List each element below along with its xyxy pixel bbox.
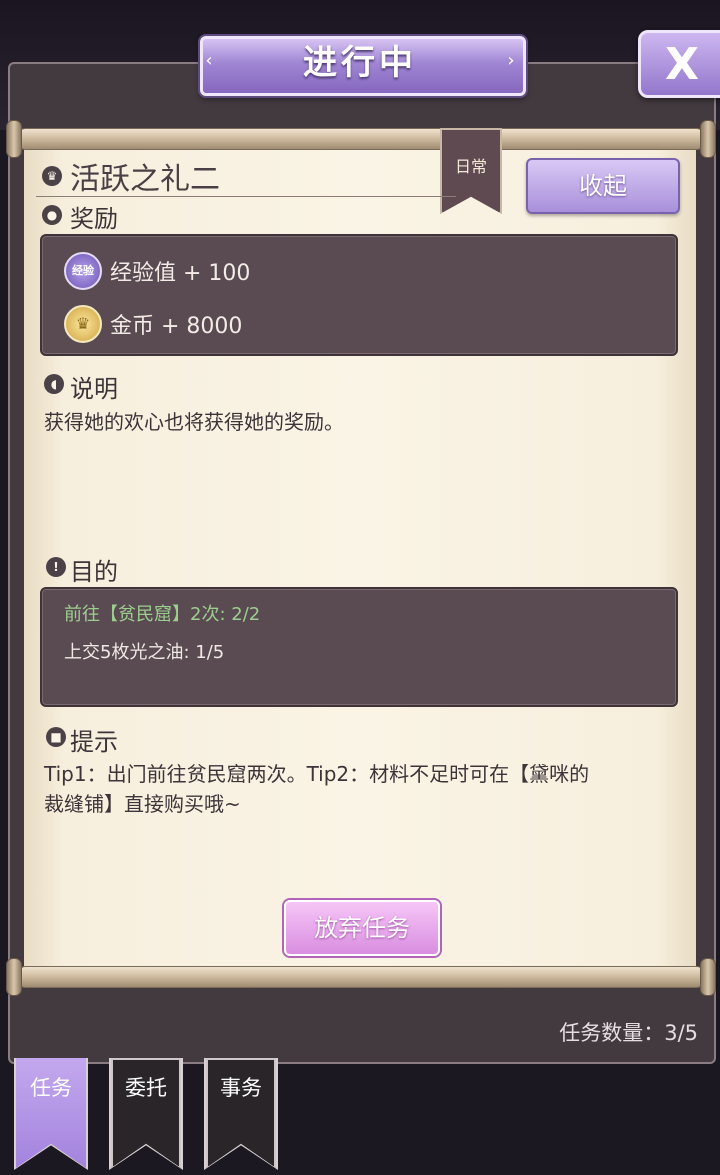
description-label: 说明 — [70, 375, 118, 403]
reward-bullet-icon: ● — [42, 205, 62, 225]
gold-coin-icon: ♛ — [64, 305, 102, 343]
tab-quest[interactable]: 任务 — [16, 1058, 86, 1168]
tab-affairs[interactable]: 事务 — [206, 1058, 276, 1168]
scroll-bottom-rod — [16, 966, 706, 988]
objective-item-completed: 前往【贫民窟】2次: 2/2 — [64, 604, 261, 625]
description-bullet-icon: ◖ — [44, 374, 64, 394]
abandon-quest-button[interactable]: 放弃任务 — [284, 900, 440, 956]
close-button[interactable]: X — [638, 30, 720, 98]
tab-commission[interactable]: 委托 — [111, 1058, 181, 1168]
rewards-label: 奖励 — [70, 205, 118, 233]
quest-category-label: 日常 — [454, 157, 487, 176]
objective-bullet-icon: ! — [46, 557, 66, 577]
collapse-button[interactable]: 收起 — [526, 158, 680, 214]
scroll-top-rod — [16, 128, 706, 150]
reward-exp-text: 经验值 + 100 — [110, 261, 251, 286]
scroll-bottom-rod-right-cap — [700, 958, 716, 996]
description-text: 获得她的欢心也将获得她的奖励。 — [44, 410, 344, 434]
scroll-top-rod-left-cap — [6, 120, 22, 158]
hint-text-line2: 裁缝铺】直接购买哦~ — [44, 792, 241, 816]
crown-bullet-icon: ♛ — [42, 166, 62, 186]
hint-text-line1: Tip1：出门前往贫民窟两次。Tip2：材料不足时可在【黛咪的 — [44, 762, 590, 786]
hint-bullet-icon: ■ — [46, 727, 66, 747]
objective-label: 目的 — [70, 558, 118, 586]
title-divider — [36, 196, 456, 197]
hint-label: 提示 — [70, 728, 118, 756]
quest-title: 活跃之礼二 — [70, 162, 220, 197]
scroll-bottom-rod-left-cap — [6, 958, 22, 996]
exp-badge-icon: 经验 — [64, 252, 102, 290]
quest-count: 任务数量：3/5 — [559, 1021, 698, 1045]
page-title: 进行中 — [303, 43, 417, 83]
objective-item-in-progress: 上交5枚光之油: 1/5 — [64, 642, 225, 663]
scroll-top-rod-right-cap — [700, 120, 716, 158]
reward-gold-text: 金币 + 8000 — [110, 314, 243, 339]
